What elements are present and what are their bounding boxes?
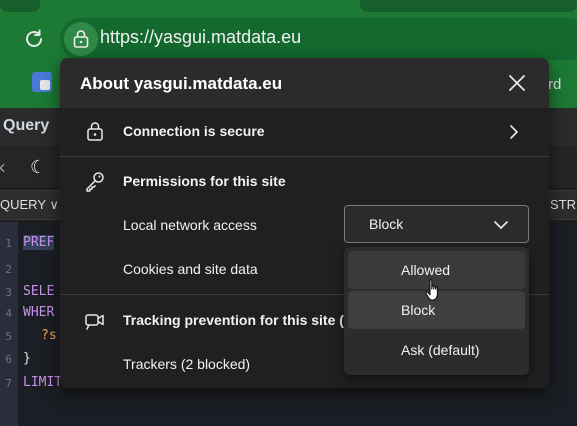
option-ask-default[interactable]: Ask (default) — [348, 331, 525, 369]
tab-strip-left[interactable] — [0, 0, 40, 12]
moon-icon[interactable]: ☾ — [30, 157, 46, 178]
chevron-left-icon[interactable]: ‹ — [0, 155, 6, 179]
tab-query[interactable]: QUERY ∨ — [0, 197, 59, 213]
select-value: Block — [369, 216, 404, 232]
translate-bookmark-icon[interactable] — [32, 72, 52, 92]
connection-label: Connection is secure — [123, 123, 265, 139]
bookmark-label[interactable]: rd — [548, 76, 561, 93]
divider — [60, 156, 549, 157]
trackers-label[interactable]: Trackers (2 blocked) — [123, 356, 250, 372]
line-number: 3 — [5, 286, 12, 299]
page-title: Query — [3, 117, 50, 134]
line-number: 6 — [5, 353, 12, 366]
popup-header: About yasgui.matdata.eu — [60, 58, 549, 108]
tab-strip-right[interactable] — [360, 0, 577, 12]
chevron-down-icon — [494, 221, 508, 229]
url-text[interactable]: https://yasgui.matdata.eu — [100, 27, 301, 48]
code-line: PREF — [23, 235, 55, 250]
tracking-camera-icon — [85, 314, 104, 330]
local-network-select[interactable]: Block — [344, 205, 529, 243]
tracking-heading: Tracking prevention for this site ( — [123, 312, 344, 328]
site-info-button[interactable] — [64, 22, 98, 56]
code-line: } — [23, 351, 31, 366]
local-network-label: Local network access — [123, 217, 257, 233]
tab-str[interactable]: STR — [550, 197, 576, 212]
lock-icon — [87, 122, 103, 141]
close-button[interactable] — [504, 70, 530, 96]
lock-icon — [73, 30, 89, 48]
chevron-right-icon — [510, 125, 518, 139]
option-label: Allowed — [401, 262, 451, 278]
refresh-icon[interactable] — [22, 27, 46, 51]
close-icon — [509, 75, 525, 91]
code-line: ?s — [41, 328, 57, 343]
line-number: 1 — [5, 237, 12, 250]
line-number: 2 — [5, 263, 12, 276]
editor-gutter — [0, 222, 18, 426]
permissions-heading: Permissions for this site — [123, 173, 286, 189]
line-number: 7 — [5, 377, 12, 390]
line-number: 4 — [5, 307, 12, 320]
connection-secure-row[interactable]: Connection is secure — [60, 108, 549, 156]
option-label: Ask (default) — [401, 342, 480, 358]
code-line: SELE — [23, 284, 55, 299]
address-bar[interactable]: https://yasgui.matdata.eu — [60, 18, 577, 60]
cookies-label[interactable]: Cookies and site data — [123, 261, 258, 277]
popup-title: About yasgui.matdata.eu — [80, 74, 283, 93]
key-icon — [86, 172, 104, 192]
option-label: Block — [401, 302, 436, 318]
line-number: 5 — [5, 330, 12, 343]
code-line: WHER — [23, 305, 55, 320]
local-network-dropdown: Allowed Block Ask (default) — [344, 247, 529, 375]
hand-cursor-icon — [425, 279, 438, 301]
